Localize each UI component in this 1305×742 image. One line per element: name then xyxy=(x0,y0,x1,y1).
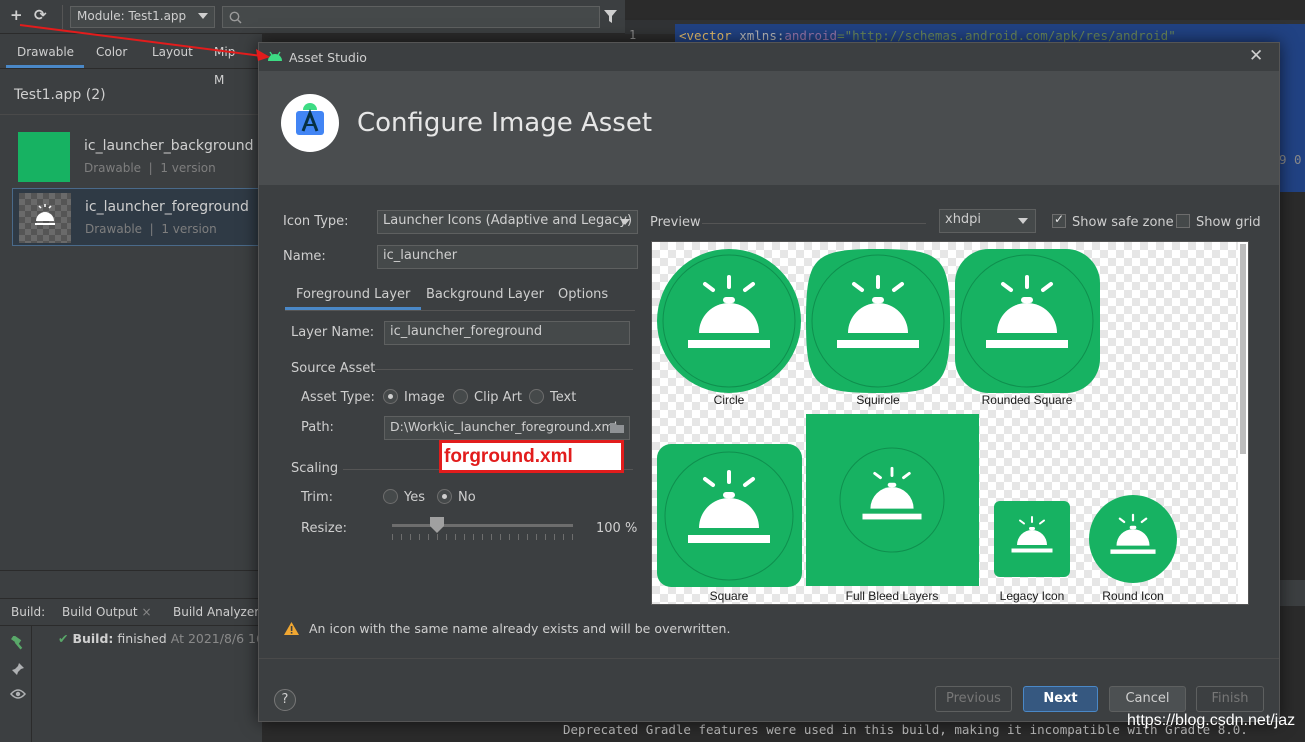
radio-trim-no[interactable] xyxy=(437,489,452,504)
label-rounded-square: Rounded Square xyxy=(981,393,1073,407)
preview-icons-canvas xyxy=(657,249,1177,587)
line-number: 1 xyxy=(629,28,637,42)
tab-foreground-layer[interactable]: Foreground Layer xyxy=(285,282,422,310)
build-panel: Build: Build Output × Build Analyzer ✔ B… xyxy=(0,598,276,742)
background-thumbnail xyxy=(18,132,70,182)
eye-icon[interactable] xyxy=(10,688,26,700)
warning-icon xyxy=(284,622,299,635)
icon-type-select[interactable]: Launcher Icons (Adaptive and Legacy) xyxy=(377,210,638,234)
tab-build-analyzer[interactable]: Build Analyzer xyxy=(173,605,259,619)
preview-scrollbar[interactable] xyxy=(1238,242,1248,604)
annotation-arrow xyxy=(19,24,270,61)
slider-ticks xyxy=(392,534,573,540)
path-label: Path: xyxy=(301,420,334,435)
next-button[interactable]: Next xyxy=(1023,686,1098,712)
asset-studio-dialog: Asset Studio ✕ Configure Image Asset Ico… xyxy=(258,42,1280,722)
square-icon[interactable] xyxy=(657,444,802,587)
annotation-box: forground.xml xyxy=(439,440,624,473)
name-label: Name: xyxy=(283,249,326,264)
show-safe-zone-checkbox[interactable] xyxy=(1052,212,1066,228)
label-square: Square xyxy=(709,589,749,603)
dialog-heading: Configure Image Asset xyxy=(357,108,653,138)
round-icon[interactable] xyxy=(1089,495,1177,583)
chevron-down-icon xyxy=(620,219,630,225)
build-label: Build: xyxy=(11,605,46,619)
layer-tabs: Foreground Layer Background Layer Option… xyxy=(285,282,635,310)
warning-text: An icon with the same name already exist… xyxy=(309,621,731,636)
foreground-thumbnail xyxy=(19,193,71,243)
layer-name-input[interactable]: ic_launcher_foreground xyxy=(384,321,630,345)
density-select[interactable]: xhdpi xyxy=(939,209,1036,233)
dialog-title: Asset Studio xyxy=(289,50,367,65)
resource-item-selected[interactable]: ic_launcher_foreground Drawable | 1 vers… xyxy=(12,188,262,246)
cancel-button[interactable]: Cancel xyxy=(1109,686,1186,712)
trim-label: Trim: xyxy=(301,490,334,505)
radio-text[interactable] xyxy=(529,389,544,404)
build-status[interactable]: ✔ Build: finished At 2021/8/6 16:3 xyxy=(58,631,276,646)
icon-type-label: Icon Type: xyxy=(283,214,349,229)
resize-slider-track[interactable] xyxy=(392,524,573,527)
chevron-down-icon xyxy=(1018,218,1028,224)
help-icon[interactable]: ? xyxy=(274,689,296,711)
radio-trim-yes[interactable] xyxy=(383,489,398,504)
show-grid-checkbox[interactable] xyxy=(1176,214,1190,228)
resize-label: Resize: xyxy=(301,521,348,536)
legacy-icon[interactable] xyxy=(994,501,1070,577)
folder-icon[interactable] xyxy=(610,422,625,434)
resize-slider-thumb[interactable] xyxy=(430,517,445,533)
label-full-bleed: Full Bleed Layers xyxy=(845,589,939,603)
ide-window: 1 <vector xmlns:android="http://schemas.… xyxy=(0,0,1305,742)
pin-icon[interactable] xyxy=(11,662,25,676)
android-studio-logo xyxy=(281,94,339,152)
resource-item[interactable]: ic_launcher_background Drawable | 1 vers… xyxy=(12,128,262,186)
label-squircle: Squircle xyxy=(856,393,900,407)
path-input[interactable]: D:\Work\ic_launcher_foreground.xml xyxy=(384,416,630,440)
label-circle: Circle xyxy=(713,393,745,407)
source-asset-label: Source Asset xyxy=(291,361,376,376)
close-icon[interactable]: ✕ xyxy=(1249,46,1263,66)
dialog-titlebar: Asset Studio ✕ xyxy=(259,43,1279,71)
circle-icon[interactable] xyxy=(657,249,801,393)
radio-clip-art[interactable] xyxy=(453,389,468,404)
hammer-icon[interactable] xyxy=(11,636,25,650)
tab-build-output[interactable]: Build Output × xyxy=(62,605,152,619)
icon-preview: Circle Squircle Rounded Square Square Fu… xyxy=(651,241,1249,605)
preview-label: Preview xyxy=(650,215,701,230)
tab-options[interactable]: Options xyxy=(558,282,608,310)
tab-background-layer[interactable]: Background Layer xyxy=(426,282,544,310)
asset-type-label: Asset Type: xyxy=(301,390,375,405)
scaling-label: Scaling xyxy=(291,461,339,476)
rounded-square-icon[interactable] xyxy=(955,249,1100,393)
radio-image[interactable] xyxy=(383,389,398,404)
check-icon: ✔ xyxy=(58,631,69,646)
resize-value: 100 % xyxy=(596,521,638,536)
filter-icon[interactable] xyxy=(604,10,617,24)
editor-side-text: 9 0 xyxy=(1279,152,1302,167)
watermark: https://blog.csdn.net/jaz xyxy=(1127,712,1296,729)
name-input[interactable]: ic_launcher xyxy=(377,245,638,269)
squircle-icon[interactable] xyxy=(806,249,950,393)
full-bleed-icon[interactable] xyxy=(806,414,979,586)
label-round-icon: Round Icon xyxy=(1102,589,1164,603)
android-studio-icon xyxy=(296,103,324,135)
code-line-1[interactable]: <vector xmlns:android="http://schemas.an… xyxy=(679,28,1176,43)
finish-button[interactable]: Finish xyxy=(1196,686,1264,712)
module-title: Test1.app (2) xyxy=(14,87,106,103)
previous-button[interactable]: Previous xyxy=(935,686,1012,712)
layer-name-label: Layer Name: xyxy=(291,325,375,340)
service-bell-icon xyxy=(35,204,55,225)
